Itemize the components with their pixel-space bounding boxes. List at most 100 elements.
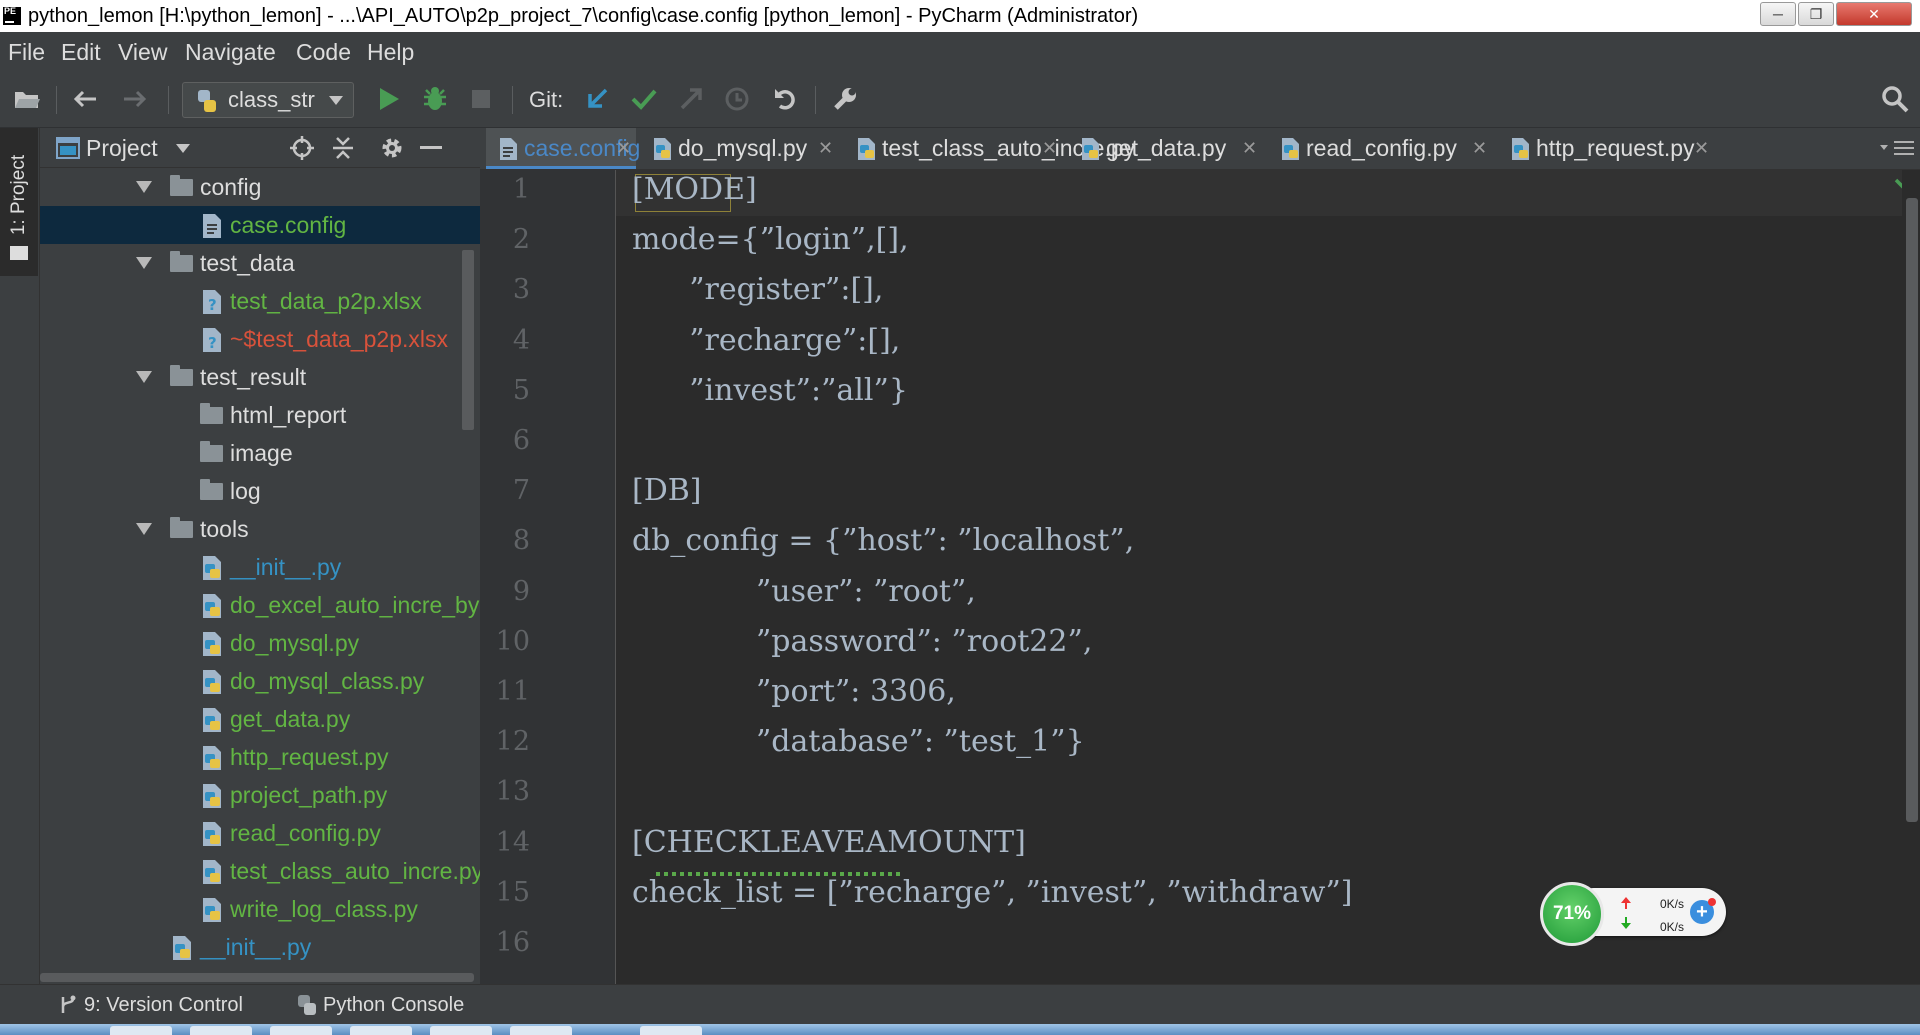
settings-wrench-icon[interactable]: [828, 82, 862, 116]
taskbar-item[interactable]: [350, 1026, 412, 1035]
tree-vertical-scrollbar[interactable]: [462, 250, 474, 430]
close-tab-icon[interactable]: ✕: [818, 128, 833, 168]
close-tab-icon[interactable]: ✕: [1242, 128, 1257, 168]
tree-file[interactable]: ? ~$test_data_p2p.xlsx: [40, 320, 480, 358]
restore-button[interactable]: ❐: [1798, 2, 1834, 26]
code-line: ”recharge”:[],: [632, 322, 901, 358]
close-button[interactable]: ✕: [1836, 2, 1912, 26]
taskbar-item[interactable]: [430, 1026, 492, 1035]
python-file-icon: [203, 822, 221, 846]
editor-tab[interactable]: get_data.py ✕: [1068, 128, 1262, 169]
tree-file[interactable]: do_excel_auto_incre_by: [40, 586, 480, 624]
tree-file[interactable]: ? test_data_p2p.xlsx: [40, 282, 480, 320]
code-line: ”database”: ”test_1”}: [632, 724, 1085, 760]
tree-folder[interactable]: test_result: [40, 358, 480, 396]
forward-arrow-icon[interactable]: [118, 82, 152, 116]
tree-folder[interactable]: config: [40, 168, 480, 206]
history-clock-icon[interactable]: [720, 82, 754, 116]
taskbar-item[interactable]: [110, 1026, 172, 1035]
hide-panel-icon[interactable]: [420, 146, 442, 150]
taskbar-item[interactable]: [270, 1026, 332, 1035]
svg-text:?: ?: [208, 334, 217, 352]
expand-arrow-icon[interactable]: [136, 523, 152, 535]
tree-file[interactable]: read_config.py: [40, 814, 480, 852]
menu-edit[interactable]: Edit: [61, 32, 101, 72]
code-editor[interactable]: [MODE] mode={”login”,[], ”register”:[], ”…: [616, 170, 1902, 984]
expand-arrow-icon[interactable]: [136, 181, 152, 193]
tab-list-menu-icon[interactable]: [1880, 140, 1916, 156]
menu-navigate[interactable]: Navigate: [185, 32, 276, 72]
tree-folder[interactable]: test_data: [40, 244, 480, 282]
menu-code[interactable]: Code: [296, 32, 351, 72]
gear-icon[interactable]: [380, 136, 404, 160]
run-icon[interactable]: [372, 82, 406, 116]
revert-icon[interactable]: [768, 82, 802, 116]
git-push-icon[interactable]: [674, 82, 708, 116]
close-tab-icon[interactable]: ✕: [1042, 128, 1057, 168]
tree-horizontal-scrollbar[interactable]: [40, 970, 480, 984]
close-tab-icon[interactable]: ✕: [616, 128, 631, 168]
scroll-from-source-icon[interactable]: [290, 136, 314, 160]
menu-file[interactable]: File: [8, 32, 45, 72]
menu-help[interactable]: Help: [367, 32, 414, 72]
editor-tab[interactable]: case.config ✕: [486, 128, 640, 169]
editor-tab[interactable]: http_request.py ✕: [1498, 128, 1714, 169]
tree-file[interactable]: __init__.py: [40, 928, 480, 966]
menu-view[interactable]: View: [118, 32, 167, 72]
tree-file[interactable]: project_path.py: [40, 776, 480, 814]
tree-item-label: image: [230, 440, 293, 466]
line-number: 10: [495, 625, 530, 657]
expand-arrow-icon[interactable]: [136, 257, 152, 269]
taskbar-item[interactable]: [510, 1026, 572, 1035]
tree-folder[interactable]: tools: [40, 510, 480, 548]
editor-tab[interactable]: do_mysql.py ✕: [640, 128, 838, 169]
line-number: 16: [495, 927, 530, 958]
git-label: Git:: [529, 87, 564, 112]
git-commit-check-icon[interactable]: [627, 82, 661, 116]
minimize-button[interactable]: ─: [1760, 2, 1796, 26]
tree-file[interactable]: do_mysql_class.py: [40, 662, 480, 700]
tree-file[interactable]: http_request.py: [40, 738, 480, 776]
tree-folder[interactable]: image: [40, 434, 480, 472]
tree-file[interactable]: write_log_class.py: [40, 890, 480, 928]
search-everywhere-icon[interactable]: [1878, 82, 1912, 116]
debug-bug-icon[interactable]: [418, 82, 452, 116]
folder-icon: [10, 246, 28, 260]
code-line: ”register”:[],: [632, 272, 884, 308]
python-icon: [198, 90, 216, 112]
open-folder-icon[interactable]: [10, 82, 44, 116]
tree-file[interactable]: case.config: [40, 206, 480, 244]
tree-file[interactable]: do_mysql.py: [40, 624, 480, 662]
tree-folder[interactable]: html_report: [40, 396, 480, 434]
editor-tab[interactable]: read_config.py ✕: [1268, 128, 1492, 169]
network-speed-widget[interactable]: 71% 0K/s 0K/s +: [1540, 882, 1726, 946]
expand-arrow-icon[interactable]: [136, 371, 152, 383]
editor-tab[interactable]: test_class_auto_incre.py ✕: [844, 128, 1135, 169]
tree-item-label: ~$test_data_p2p.xlsx: [230, 326, 449, 352]
taskbar-item[interactable]: [190, 1026, 252, 1035]
editor-tab-bar: case.config ✕ do_mysql.py ✕ test_class_auto_…: [480, 128, 1920, 170]
chevron-down-icon[interactable]: [176, 144, 190, 153]
close-tab-icon[interactable]: ✕: [1694, 128, 1709, 168]
run-configuration-select[interactable]: class_str: [182, 82, 354, 118]
editor-vertical-scrollbar[interactable]: [1902, 170, 1920, 984]
close-tab-icon[interactable]: ✕: [1472, 128, 1487, 168]
tree-file[interactable]: test_class_auto_incre.py: [40, 852, 483, 890]
code-line: ”password”: ”root22”,: [632, 623, 1093, 659]
taskbar-item[interactable]: [640, 1026, 702, 1035]
tree-file[interactable]: get_data.py: [40, 700, 480, 738]
tree-item-label: http_request.py: [230, 744, 389, 770]
tree-folder[interactable]: log: [40, 472, 480, 510]
version-control-tab[interactable]: 9: Version Control: [84, 985, 243, 1025]
current-line-highlight: [616, 170, 1902, 216]
tree-file[interactable]: __init__.py: [40, 548, 480, 586]
stop-icon[interactable]: [464, 82, 498, 116]
project-panel-title[interactable]: Project: [86, 128, 158, 168]
python-console-tab[interactable]: Python Console: [323, 985, 464, 1025]
back-arrow-icon[interactable]: [68, 82, 102, 116]
editor-tab-label: read_config.py: [1306, 135, 1457, 161]
tree-item-label: case.config: [230, 212, 347, 238]
git-update-icon[interactable]: [580, 82, 614, 116]
project-tool-window-tab[interactable]: 1: Project: [0, 128, 38, 276]
collapse-all-icon[interactable]: [332, 136, 354, 160]
